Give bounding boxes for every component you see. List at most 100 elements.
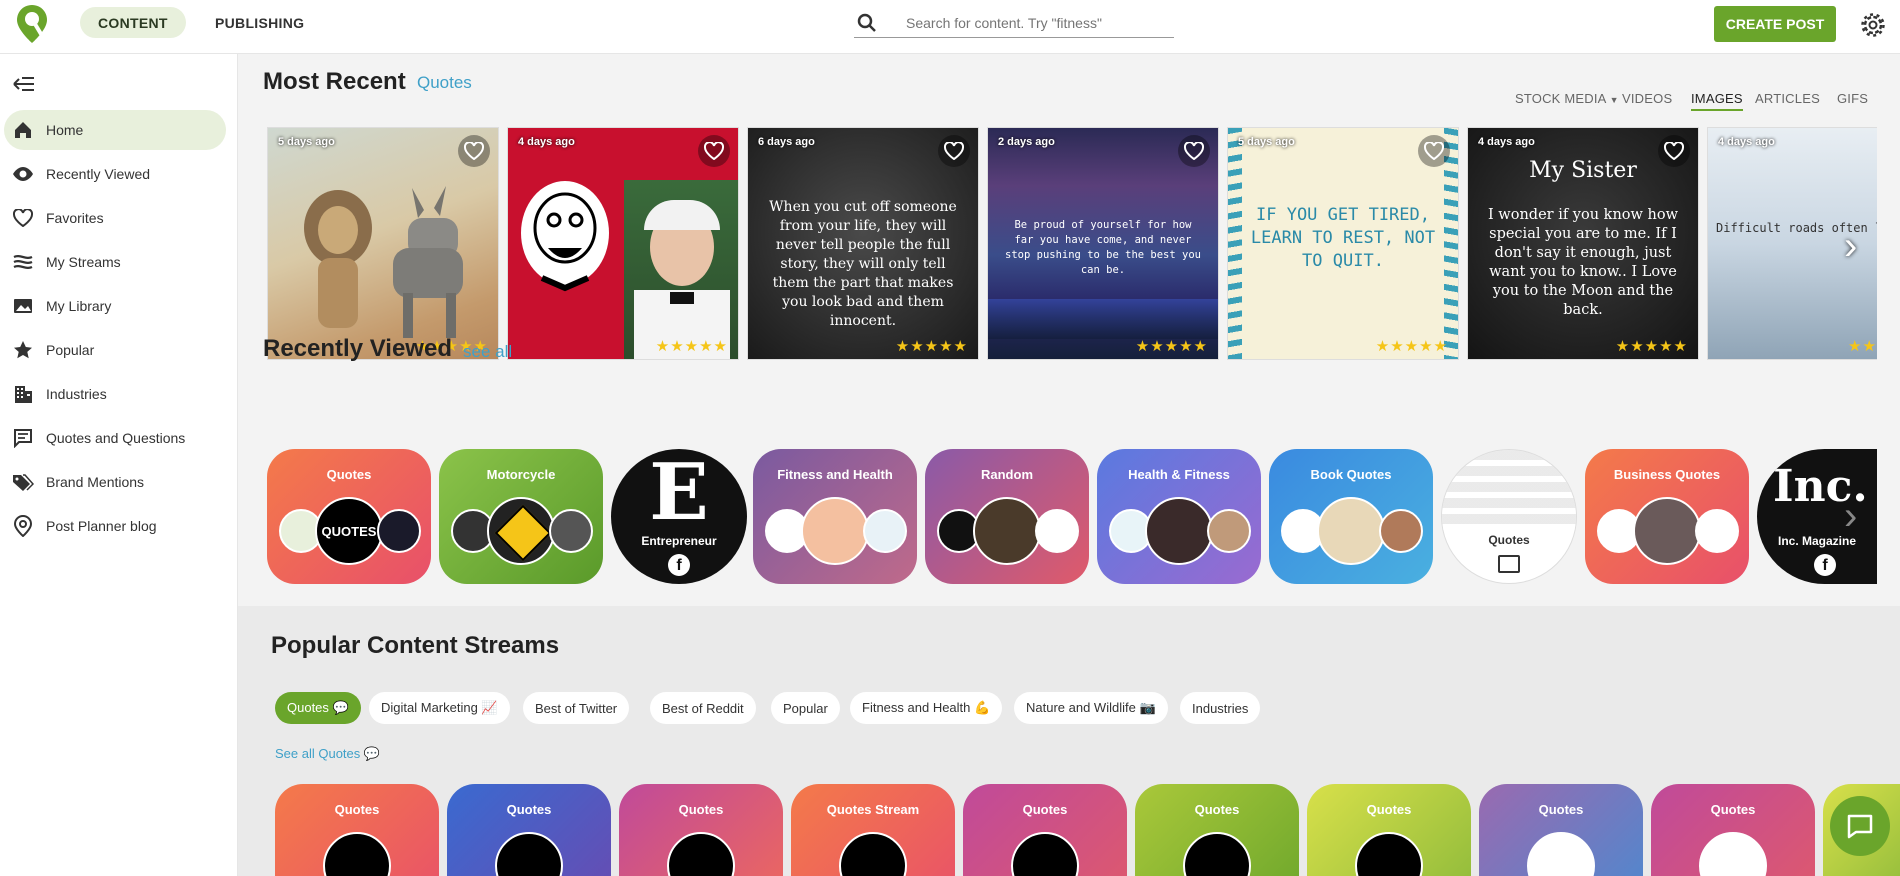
stream-thumb — [839, 832, 907, 876]
logo-icon[interactable] — [14, 3, 50, 45]
popular-stream-card[interactable]: Quotes — [963, 784, 1127, 876]
rating-stars: ★★★★★ — [655, 338, 728, 355]
leaf-border — [1228, 128, 1242, 359]
favorite-heart-icon[interactable] — [698, 135, 730, 167]
sidebar-item-home[interactable]: Home — [4, 110, 226, 150]
pill-fitness-and-health[interactable]: Fitness and Health 💪 — [850, 692, 1003, 724]
popular-stream-card[interactable]: Quotes — [1135, 784, 1299, 876]
create-post-button[interactable]: CREATE POST — [1714, 6, 1836, 42]
sidebar-item-brand-mentions[interactable]: Brand Mentions — [4, 462, 226, 502]
stream-name: Quotes — [1194, 802, 1240, 817]
stream-thumb — [1633, 497, 1701, 565]
pill-best-of-twitter[interactable]: Best of Twitter — [523, 692, 630, 724]
popular-stream-card[interactable]: Quotes Stream — [791, 784, 955, 876]
sidebar-item-label: Recently Viewed — [46, 166, 151, 182]
stream-card-business-quotes[interactable]: Business Quotes — [1585, 449, 1749, 584]
stream-name: Motorcycle — [486, 467, 556, 482]
tab-stock-media[interactable]: STOCK MEDIA ▼ — [1515, 91, 1619, 106]
sidebar-item-label: My Streams — [46, 254, 121, 270]
favorite-heart-icon[interactable] — [1178, 135, 1210, 167]
stream-thumb — [1695, 509, 1739, 553]
stream-card-quotes[interactable]: Quotes QUOTES — [267, 449, 431, 584]
top-bar: CONTENT PUBLISHING CREATE POST — [0, 0, 1900, 54]
stream-card-quotes-round[interactable]: Quotes — [1441, 449, 1577, 584]
pill-popular[interactable]: Popular — [771, 692, 840, 724]
tab-gifs[interactable]: GIFS — [1837, 91, 1868, 106]
pill-best-of-reddit[interactable]: Best of Reddit — [650, 692, 756, 724]
tab-articles[interactable]: ARTICLES — [1755, 91, 1820, 106]
colonel-logo-image — [521, 181, 609, 292]
stream-card-health-and-fitness[interactable]: Health & Fitness — [1097, 449, 1261, 584]
stream-card-entrepreneur[interactable]: E Entrepreneur f — [611, 449, 747, 584]
stream-thumb — [1355, 832, 1423, 876]
sidebar-item-quotes-and-questions[interactable]: Quotes and Questions — [4, 418, 226, 458]
stream-card-motorcycle[interactable]: Motorcycle — [439, 449, 603, 584]
building-icon — [12, 383, 34, 405]
pill-industries[interactable]: Industries — [1180, 692, 1261, 724]
content-card[interactable]: IF YOU GET TIRED, LEARN TO REST, NOT TO … — [1227, 127, 1459, 360]
content-card[interactable]: My Sister I wonder if you know how speci… — [1467, 127, 1699, 360]
sidebar-item-favorites[interactable]: Favorites — [4, 198, 226, 238]
tab-videos[interactable]: VIDEOS — [1622, 91, 1672, 106]
stream-name: Quotes Stream — [826, 802, 920, 817]
sidebar-item-post-planner-blog[interactable]: Post Planner blog — [4, 506, 226, 546]
popular-stream-card[interactable]: Quotes — [1651, 784, 1815, 876]
tab-content[interactable]: CONTENT — [80, 7, 186, 38]
gear-icon[interactable] — [1860, 12, 1886, 38]
entrepreneur-logo: E — [649, 449, 709, 538]
tab-stock-media-label: STOCK MEDIA — [1515, 91, 1606, 106]
facebook-icon: f — [668, 554, 690, 576]
stream-card-book-quotes[interactable]: Book Quotes — [1269, 449, 1433, 584]
stream-name: Quotes — [506, 802, 552, 817]
sidebar-item-label: Brand Mentions — [46, 474, 145, 490]
see-all-quotes-link[interactable]: See all Quotes 💬 — [275, 746, 380, 762]
streams-icon — [12, 251, 34, 273]
sidebar-item-popular[interactable]: Popular — [4, 330, 226, 370]
stream-card-random[interactable]: Random — [925, 449, 1089, 584]
content-card[interactable]: Be proud of yourself for how far you hav… — [987, 127, 1219, 360]
section-title-recently-viewed: Recently Viewed — [263, 335, 452, 362]
content-card[interactable]: 4 days ago ★★★★★ — [507, 127, 739, 360]
stream-card-fitness-and-health[interactable]: Fitness and Health — [753, 449, 917, 584]
rating-stars: ★★ — [1848, 338, 1877, 355]
favorite-heart-icon[interactable] — [458, 135, 490, 167]
tab-images[interactable]: IMAGES — [1691, 91, 1743, 111]
stream-thumb — [1145, 497, 1213, 565]
pill-quotes[interactable]: Quotes 💬 — [275, 692, 361, 724]
most-recent-subtitle[interactable]: Quotes — [417, 73, 472, 93]
favorite-heart-icon[interactable] — [1418, 135, 1450, 167]
popular-stream-card[interactable]: Quotes — [619, 784, 783, 876]
popular-stream-card[interactable]: Quotes — [1479, 784, 1643, 876]
collapse-sidebar-icon[interactable] — [12, 74, 36, 94]
stream-name: Book Quotes — [1310, 467, 1392, 482]
stream-thumb — [1527, 832, 1595, 876]
search-input[interactable] — [906, 12, 1166, 34]
sidebar-item-my-streams[interactable]: My Streams — [4, 242, 226, 282]
see-all-link[interactable]: see all — [463, 342, 512, 362]
lake-image — [988, 299, 1218, 339]
popular-stream-card[interactable]: Quotes — [447, 784, 611, 876]
content-card[interactable]: When you cut off someone from your life,… — [747, 127, 979, 360]
chat-support-button[interactable] — [1830, 796, 1890, 856]
stream-thumb — [1011, 832, 1079, 876]
popular-stream-card[interactable]: Quotes — [275, 784, 439, 876]
sidebar-item-recently-viewed[interactable]: Recently Viewed — [4, 154, 226, 194]
sidebar-item-my-library[interactable]: My Library — [4, 286, 226, 326]
stream-name: Inc. Magazine — [1777, 534, 1857, 548]
tab-publishing[interactable]: PUBLISHING — [197, 7, 322, 38]
stream-thumb — [549, 509, 593, 553]
popular-stream-card[interactable]: Quotes — [1307, 784, 1471, 876]
card-quote-text: Be proud of yourself for how far you hav… — [1005, 219, 1201, 276]
pill-nature-and-wildlife[interactable]: Nature and Wildlife 📷 — [1014, 692, 1168, 724]
search-icon[interactable] — [856, 12, 878, 34]
favorite-heart-icon[interactable] — [1658, 135, 1690, 167]
carousel-next-arrow[interactable]: › — [1844, 226, 1870, 266]
carousel-next-arrow[interactable]: › — [1844, 496, 1870, 536]
facebook-icon: f — [1814, 554, 1836, 576]
card-quote-text: IF YOU GET TIRED, LEARN TO REST, NOT TO … — [1250, 205, 1436, 271]
sidebar-item-industries[interactable]: Industries — [4, 374, 226, 414]
pill-digital-marketing[interactable]: Digital Marketing 📈 — [369, 692, 510, 724]
favorite-heart-icon[interactable] — [938, 135, 970, 167]
card-age: 6 days ago — [758, 136, 815, 148]
content-card[interactable]: 5 days ago ★★★★★ — [267, 127, 499, 360]
